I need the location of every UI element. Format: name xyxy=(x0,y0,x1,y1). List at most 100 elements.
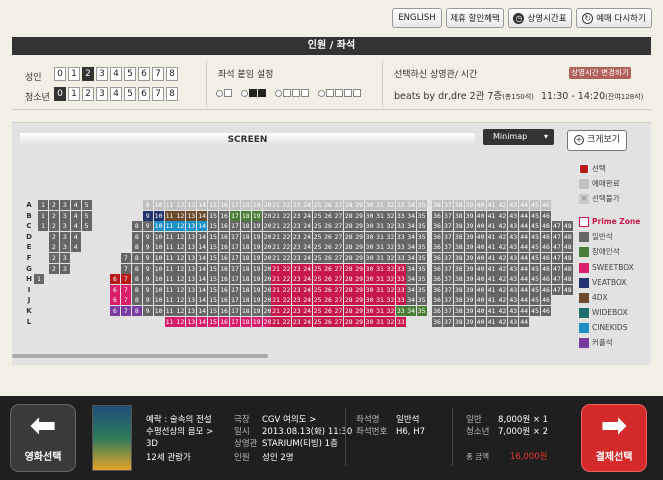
seat-I17[interactable]: 17 xyxy=(229,284,240,295)
seat-D12[interactable]: 12 xyxy=(175,231,186,242)
seat-I16[interactable]: 16 xyxy=(219,284,229,295)
seat-H14[interactable]: 14 xyxy=(197,274,208,285)
seat-K42[interactable]: 42 xyxy=(497,306,508,316)
seat-B10[interactable]: 10 xyxy=(153,210,164,221)
seat-E11[interactable]: 11 xyxy=(164,242,175,253)
seat-K30[interactable]: 30 xyxy=(364,306,375,316)
seat-H41[interactable]: 41 xyxy=(486,274,497,285)
seat-F26[interactable]: 26 xyxy=(323,253,333,263)
seat-C21[interactable]: 21 xyxy=(271,221,281,232)
english-button[interactable]: ENGLISH xyxy=(392,8,442,28)
seat-K26[interactable]: 26 xyxy=(323,306,333,316)
seat-H28[interactable]: 28 xyxy=(343,274,354,285)
seat-C14[interactable]: 14 xyxy=(197,221,208,232)
seat-K14[interactable]: 14 xyxy=(197,306,208,316)
seat-J23[interactable]: 23 xyxy=(291,295,302,306)
seat-I12[interactable]: 12 xyxy=(175,284,186,295)
adult-count-1[interactable]: 1 xyxy=(68,67,80,81)
adult-count-2[interactable]: 2 xyxy=(82,67,94,81)
seat-I44[interactable]: 44 xyxy=(519,284,530,295)
seat-I37[interactable]: 37 xyxy=(442,284,453,295)
seat-K38[interactable]: 38 xyxy=(453,306,464,316)
seat-C9[interactable]: 9 xyxy=(142,221,153,232)
seat-H10[interactable]: 10 xyxy=(153,274,164,285)
seat-C42[interactable]: 42 xyxy=(497,221,508,232)
seat-C41[interactable]: 41 xyxy=(486,221,497,232)
seat-G41[interactable]: 41 xyxy=(486,263,497,274)
seat-G10[interactable]: 10 xyxy=(153,263,164,274)
seat-C26[interactable]: 26 xyxy=(323,221,333,232)
seat-I35[interactable]: 35 xyxy=(416,284,427,295)
seat-L36[interactable]: 36 xyxy=(432,316,442,327)
seat-K32[interactable]: 32 xyxy=(385,306,396,316)
seat-I9[interactable]: 9 xyxy=(142,284,153,295)
seat-H1[interactable]: 1 xyxy=(34,274,44,285)
seat-A25[interactable]: 25 xyxy=(312,200,323,210)
seat-L33[interactable]: 33 xyxy=(395,316,406,327)
seat-A28[interactable]: 28 xyxy=(343,200,354,210)
seat-D29[interactable]: 29 xyxy=(354,231,365,242)
seat-I13[interactable]: 13 xyxy=(186,284,197,295)
seat-F8[interactable]: 8 xyxy=(131,253,142,263)
seat-D36[interactable]: 36 xyxy=(432,231,442,242)
seat-F31[interactable]: 31 xyxy=(375,253,385,263)
seat-E47[interactable]: 47 xyxy=(551,242,562,253)
seat-I11[interactable]: 11 xyxy=(164,284,175,295)
seat-E22[interactable]: 22 xyxy=(281,242,292,253)
seat-F37[interactable]: 37 xyxy=(442,253,453,263)
change-time-button[interactable]: 상영시간 변경하기 xyxy=(569,67,631,79)
seat-K7[interactable]: 7 xyxy=(120,306,131,316)
seat-G44[interactable]: 44 xyxy=(519,263,530,274)
seat-D41[interactable]: 41 xyxy=(486,231,497,242)
seat-L19[interactable]: 19 xyxy=(251,316,262,327)
seat-I18[interactable]: 18 xyxy=(240,284,251,295)
seat-I14[interactable]: 14 xyxy=(197,284,208,295)
seat-L28[interactable]: 28 xyxy=(343,316,354,327)
seat-I41[interactable]: 41 xyxy=(486,284,497,295)
seat-H6[interactable]: 6 xyxy=(110,274,120,285)
seat-A26[interactable]: 26 xyxy=(323,200,333,210)
seat-C25[interactable]: 25 xyxy=(312,221,323,232)
seat-G3[interactable]: 3 xyxy=(59,263,70,274)
seat-D9[interactable]: 9 xyxy=(142,231,153,242)
seat-E2[interactable]: 2 xyxy=(48,242,59,253)
seat-J9[interactable]: 9 xyxy=(142,295,153,306)
seat-E40[interactable]: 40 xyxy=(475,242,486,253)
seat-D13[interactable]: 13 xyxy=(186,231,197,242)
seat-L29[interactable]: 29 xyxy=(354,316,365,327)
seat-A24[interactable]: 24 xyxy=(302,200,313,210)
seat-E4[interactable]: 4 xyxy=(70,242,81,253)
seat-D30[interactable]: 30 xyxy=(364,231,375,242)
seat-E27[interactable]: 27 xyxy=(333,242,344,253)
seat-J19[interactable]: 19 xyxy=(251,295,262,306)
seat-F38[interactable]: 38 xyxy=(453,253,464,263)
seat-D4[interactable]: 4 xyxy=(70,231,81,242)
seat-B39[interactable]: 39 xyxy=(464,210,475,221)
seat-F28[interactable]: 28 xyxy=(343,253,354,263)
seat-E10[interactable]: 10 xyxy=(153,242,164,253)
seat-K46[interactable]: 46 xyxy=(541,306,551,316)
seat-I42[interactable]: 42 xyxy=(497,284,508,295)
seat-J7[interactable]: 7 xyxy=(120,295,131,306)
seat-B36[interactable]: 36 xyxy=(432,210,442,221)
seat-J43[interactable]: 43 xyxy=(508,295,519,306)
seat-A39[interactable]: 39 xyxy=(464,200,475,210)
seat-D37[interactable]: 37 xyxy=(442,231,453,242)
seat-D24[interactable]: 24 xyxy=(302,231,313,242)
seat-A18[interactable]: 18 xyxy=(240,200,251,210)
seat-H37[interactable]: 37 xyxy=(442,274,453,285)
seat-E26[interactable]: 26 xyxy=(323,242,333,253)
seat-B46[interactable]: 46 xyxy=(541,210,551,221)
seat-F46[interactable]: 46 xyxy=(541,253,551,263)
seat-K16[interactable]: 16 xyxy=(219,306,229,316)
seat-A32[interactable]: 32 xyxy=(385,200,396,210)
seat-K12[interactable]: 12 xyxy=(175,306,186,316)
seat-B25[interactable]: 25 xyxy=(312,210,323,221)
seat-A10[interactable]: 10 xyxy=(153,200,164,210)
seat-B13[interactable]: 13 xyxy=(186,210,197,221)
seat-F36[interactable]: 36 xyxy=(432,253,442,263)
seat-E48[interactable]: 48 xyxy=(562,242,573,253)
seat-K35[interactable]: 35 xyxy=(416,306,427,316)
seat-H22[interactable]: 22 xyxy=(281,274,292,285)
seat-K36[interactable]: 36 xyxy=(432,306,442,316)
